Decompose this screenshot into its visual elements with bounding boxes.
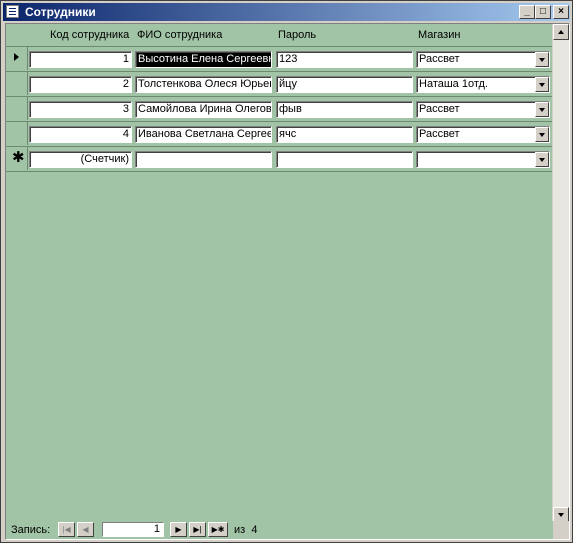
new-record-icon[interactable]: ▶✱ [208, 522, 228, 537]
dropdown-arrow-icon[interactable] [535, 127, 549, 142]
minimize-button[interactable]: _ [519, 5, 535, 19]
dropdown-arrow-icon[interactable] [535, 102, 549, 117]
header-password: Пароль [278, 29, 317, 41]
header-employee-name: ФИО сотрудника [137, 29, 223, 41]
dropdown-arrow-icon[interactable] [535, 52, 549, 67]
store-combo[interactable]: Рассвет [416, 126, 550, 143]
form-icon [6, 5, 19, 18]
new-record-asterisk-icon: ✱ [12, 148, 25, 166]
store-combo[interactable]: Наташа 1отд. [416, 76, 550, 93]
password-field[interactable]: йцу [276, 76, 413, 93]
employee-name-field[interactable]: Толстенкова Олеся Юрьев [135, 76, 272, 93]
record-selector[interactable] [7, 47, 28, 70]
employee-code-field[interactable]: 1 [29, 51, 132, 68]
employee-code-field[interactable]: 2 [29, 76, 132, 93]
row-divider [6, 171, 552, 172]
employee-code-field[interactable]: 3 [29, 101, 132, 118]
store-combo[interactable]: Рассвет [416, 51, 550, 68]
record-selector[interactable] [7, 122, 28, 145]
store-combo[interactable]: Рассвет [416, 101, 550, 118]
scrollbar-corner [553, 521, 569, 539]
store-combo[interactable] [416, 151, 550, 168]
table-row: 3 Самойлова Ирина Олегов фыв Рассвет [6, 97, 552, 122]
store-value: Наташа 1отд. [419, 78, 488, 90]
password-field[interactable] [276, 151, 413, 168]
close-button[interactable]: × [553, 5, 569, 19]
record-selector[interactable] [7, 97, 28, 120]
dropdown-arrow-icon[interactable] [535, 152, 549, 167]
dropdown-arrow-icon[interactable] [535, 77, 549, 92]
record-label: Запись: [11, 524, 51, 536]
password-field[interactable]: 123 [276, 51, 413, 68]
header-employee-code: Код сотрудника [50, 29, 130, 41]
store-value: Рассвет [419, 128, 460, 140]
last-record-icon[interactable]: ▶| [189, 522, 206, 537]
vertical-scrollbar[interactable] [552, 24, 569, 523]
password-field[interactable]: ячс [276, 126, 413, 143]
record-selector[interactable] [7, 72, 28, 95]
table-row: 4 Иванова Светлана Сергее ячс Рассвет [6, 122, 552, 147]
new-record-row: ✱ (Счетчик) [6, 147, 552, 172]
employee-name-field[interactable]: Высотина Елена Сергеевн [135, 51, 272, 68]
record-selector[interactable]: ✱ [7, 147, 28, 170]
employee-code-field[interactable]: (Счетчик) [29, 151, 132, 168]
employee-code-field[interactable]: 4 [29, 126, 132, 143]
current-record-icon [14, 53, 19, 61]
previous-record-icon[interactable]: ◀ [77, 522, 94, 537]
header-store: Магазин [418, 29, 461, 41]
form-body: Код сотрудника ФИО сотрудника Пароль Маг… [5, 23, 570, 540]
current-record-input[interactable]: 1 [102, 522, 164, 537]
employee-name-field[interactable]: Самойлова Ирина Олегов [135, 101, 272, 118]
record-navigation-bar: Запись: |◀ ◀ 1 ▶ ▶| ▶✱ из 4 [6, 521, 555, 539]
record-total: 4 [251, 524, 258, 536]
form-window: Сотрудники _ □ × Код сотрудника ФИО сотр… [0, 0, 573, 543]
store-value: Рассвет [419, 53, 460, 65]
store-value: Рассвет [419, 103, 460, 115]
table-row: 1 Высотина Елена Сергеевн 123 Рассвет [6, 47, 552, 72]
first-record-icon[interactable]: |◀ [58, 522, 75, 537]
maximize-button[interactable]: □ [535, 5, 551, 19]
title-bar[interactable]: Сотрудники _ □ × [3, 3, 570, 21]
employee-name-field[interactable] [135, 151, 272, 168]
window-title: Сотрудники [25, 5, 96, 19]
table-row: 2 Толстенкова Олеся Юрьев йцу Наташа 1от… [6, 72, 552, 97]
password-field[interactable]: фыв [276, 101, 413, 118]
scroll-up-icon[interactable] [553, 24, 569, 40]
record-of-label: из 4 [234, 524, 258, 536]
next-record-icon[interactable]: ▶ [170, 522, 187, 537]
employee-name-field[interactable]: Иванова Светлана Сергее [135, 126, 272, 143]
